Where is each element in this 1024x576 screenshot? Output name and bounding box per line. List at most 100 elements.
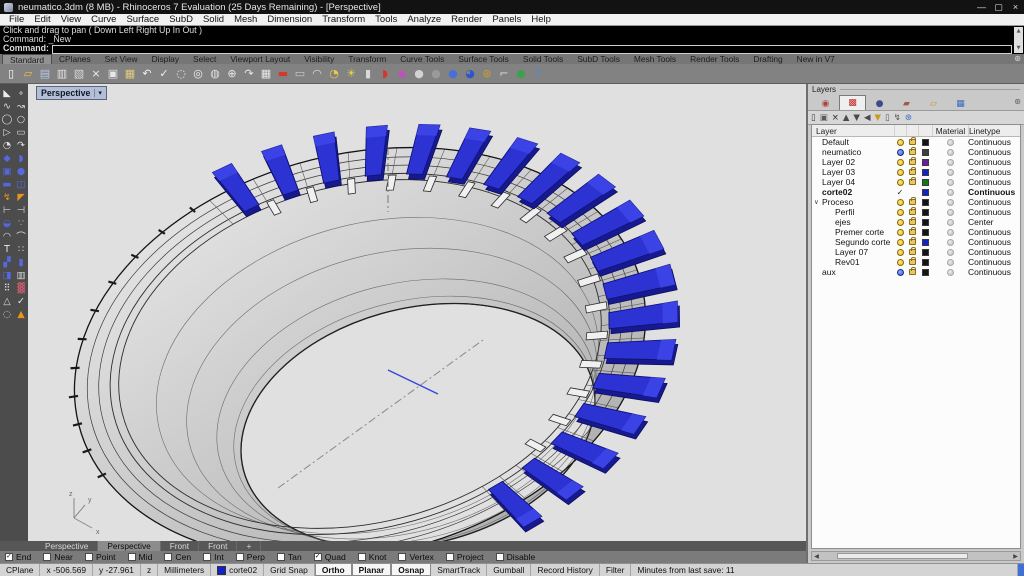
- viewport-tab-perspective-1[interactable]: Perspective: [98, 541, 160, 551]
- close-button[interactable]: ×: [1007, 2, 1024, 13]
- toolbar-tab-subd-tools[interactable]: SubD Tools: [570, 54, 627, 64]
- layers-tab[interactable]: ▩: [839, 95, 866, 110]
- lock-cell[interactable]: [906, 229, 918, 235]
- tire-model[interactable]: zyx: [28, 84, 806, 541]
- block-insert-tool-icon[interactable]: ◨: [1, 269, 14, 281]
- layer-row-layer-04[interactable]: Layer 04Continuous: [812, 177, 1020, 187]
- circle-tool-icon[interactable]: ◯: [1, 113, 14, 125]
- point-cloud-tool-icon[interactable]: ∷: [15, 243, 28, 255]
- layer-row-layer-02[interactable]: Layer 02Continuous: [812, 157, 1020, 167]
- osnap-cen[interactable]: Cen: [164, 552, 191, 562]
- toolbar-tab-select[interactable]: Select: [186, 54, 223, 64]
- lightbulb-icon[interactable]: [897, 149, 904, 156]
- status-ortho[interactable]: Ortho: [315, 564, 352, 576]
- linetype-cell[interactable]: Continuous: [968, 207, 1020, 217]
- color-cell[interactable]: [918, 209, 932, 216]
- report-icon[interactable]: ▯: [885, 112, 890, 124]
- checkbox-disable[interactable]: [496, 553, 504, 561]
- lock-icon[interactable]: [909, 199, 916, 205]
- save-icon[interactable]: ▤: [37, 66, 53, 82]
- osnap-tan[interactable]: Tan: [277, 552, 302, 562]
- visibility-cell[interactable]: [894, 149, 906, 156]
- cone-tool-icon[interactable]: △: [1, 295, 14, 307]
- lightbulb-icon[interactable]: [897, 179, 904, 186]
- layer-color-swatch[interactable]: [922, 259, 929, 266]
- linetype-cell[interactable]: Continuous: [968, 157, 1020, 167]
- checkbox-tan[interactable]: [277, 553, 285, 561]
- checkbox-perp[interactable]: [236, 553, 244, 561]
- linetype-cell[interactable]: Continuous: [968, 147, 1020, 157]
- menu-help[interactable]: Help: [526, 14, 556, 25]
- zoom-dynamic-icon[interactable]: ◌: [173, 66, 189, 82]
- material-cell[interactable]: [932, 249, 968, 256]
- undo-icon[interactable]: ↶: [139, 66, 155, 82]
- move-down-icon[interactable]: ▼: [853, 112, 860, 124]
- lock-cell[interactable]: [906, 199, 918, 205]
- curvature-circle-icon[interactable]: ◔: [326, 66, 342, 82]
- lightbulb-icon[interactable]: [897, 259, 904, 266]
- status-grid-snap[interactable]: Grid Snap: [264, 564, 315, 576]
- material-cell[interactable]: [932, 229, 968, 236]
- array-tool-icon[interactable]: ▥: [15, 269, 28, 281]
- ellipse-tool-icon[interactable]: ○: [15, 113, 28, 125]
- lightbulb-icon[interactable]: [897, 199, 904, 206]
- collapse-icon[interactable]: ◀: [864, 112, 871, 124]
- scroll-left-icon[interactable]: ◀: [812, 553, 821, 560]
- checkbox-project[interactable]: [446, 553, 454, 561]
- lightbulb-icon[interactable]: [897, 249, 904, 256]
- status-z[interactable]: z: [141, 564, 158, 576]
- lock-icon[interactable]: [909, 259, 916, 265]
- lock-cell[interactable]: [906, 209, 918, 215]
- material-cell[interactable]: [932, 239, 968, 246]
- layer-row-ejes[interactable]: ejesCenter: [812, 217, 1020, 227]
- layers-hscrollbar[interactable]: ◀ ▶: [811, 551, 1021, 561]
- layer-color-swatch[interactable]: [922, 159, 929, 166]
- visibility-cell[interactable]: [894, 169, 906, 176]
- material-cell[interactable]: [932, 259, 968, 266]
- extrude-tool-icon[interactable]: ◫: [15, 178, 28, 190]
- zoom-window-icon[interactable]: ◎: [190, 66, 206, 82]
- render-icon[interactable]: ▬: [275, 66, 291, 82]
- osnap-end[interactable]: ✓End: [5, 552, 31, 562]
- options-gear-icon[interactable]: ⊛: [479, 66, 495, 82]
- light-icon[interactable]: ☀: [343, 66, 359, 82]
- shaded-pair-tool-icon[interactable]: ◌: [1, 308, 14, 320]
- gradient-hatch-tool-icon[interactable]: ▓: [15, 282, 28, 294]
- menu-render[interactable]: Render: [446, 14, 487, 25]
- grid-points-tool-icon[interactable]: ⠿: [1, 282, 14, 294]
- new-layer-icon[interactable]: ▯: [811, 112, 816, 124]
- lock-cell[interactable]: [906, 149, 918, 155]
- menu-solid[interactable]: Solid: [198, 14, 229, 25]
- surface-tool-icon[interactable]: ◆: [1, 152, 14, 164]
- visibility-cell[interactable]: [894, 179, 906, 186]
- lock-cell[interactable]: [906, 139, 918, 145]
- toolbar-tab-viewport-layout[interactable]: Viewport Layout: [223, 54, 297, 64]
- color-wheel-icon[interactable]: ◉: [394, 66, 410, 82]
- linetype-cell[interactable]: Continuous: [968, 237, 1020, 247]
- ghosted-sphere-icon[interactable]: ●: [428, 66, 444, 82]
- toolbar-tab-set-view[interactable]: Set View: [98, 54, 145, 64]
- linetype-cell[interactable]: Continuous: [968, 257, 1020, 267]
- lock-cell[interactable]: [906, 239, 918, 245]
- scroll-down-icon[interactable]: ▼: [1017, 44, 1021, 53]
- check-visibility-tool-icon[interactable]: ✓: [15, 295, 28, 307]
- pan-icon[interactable]: ✓: [156, 66, 172, 82]
- lock-icon[interactable]: [909, 179, 916, 185]
- visibility-cell[interactable]: [894, 259, 906, 266]
- command-input[interactable]: [52, 45, 1012, 54]
- lock-icon[interactable]: [909, 239, 916, 245]
- lightbulb-icon[interactable]: [897, 239, 904, 246]
- cut-icon[interactable]: ×: [88, 66, 104, 82]
- web-tab[interactable]: ▦: [947, 97, 974, 110]
- checkbox-near[interactable]: [43, 553, 51, 561]
- lock-icon[interactable]: [909, 249, 916, 255]
- menu-view[interactable]: View: [56, 14, 86, 25]
- scrollbar-thumb[interactable]: [837, 553, 968, 559]
- toolbar-tab-mesh-tools[interactable]: Mesh Tools: [627, 54, 683, 64]
- viewport-title[interactable]: Perspective ▾: [36, 86, 107, 100]
- zoom-selected-icon[interactable]: ◍: [207, 66, 223, 82]
- visibility-cell[interactable]: [894, 139, 906, 146]
- lock-icon[interactable]: [909, 219, 916, 225]
- linetype-cell[interactable]: Center: [968, 217, 1020, 227]
- box-tool-icon[interactable]: ▣: [1, 165, 14, 177]
